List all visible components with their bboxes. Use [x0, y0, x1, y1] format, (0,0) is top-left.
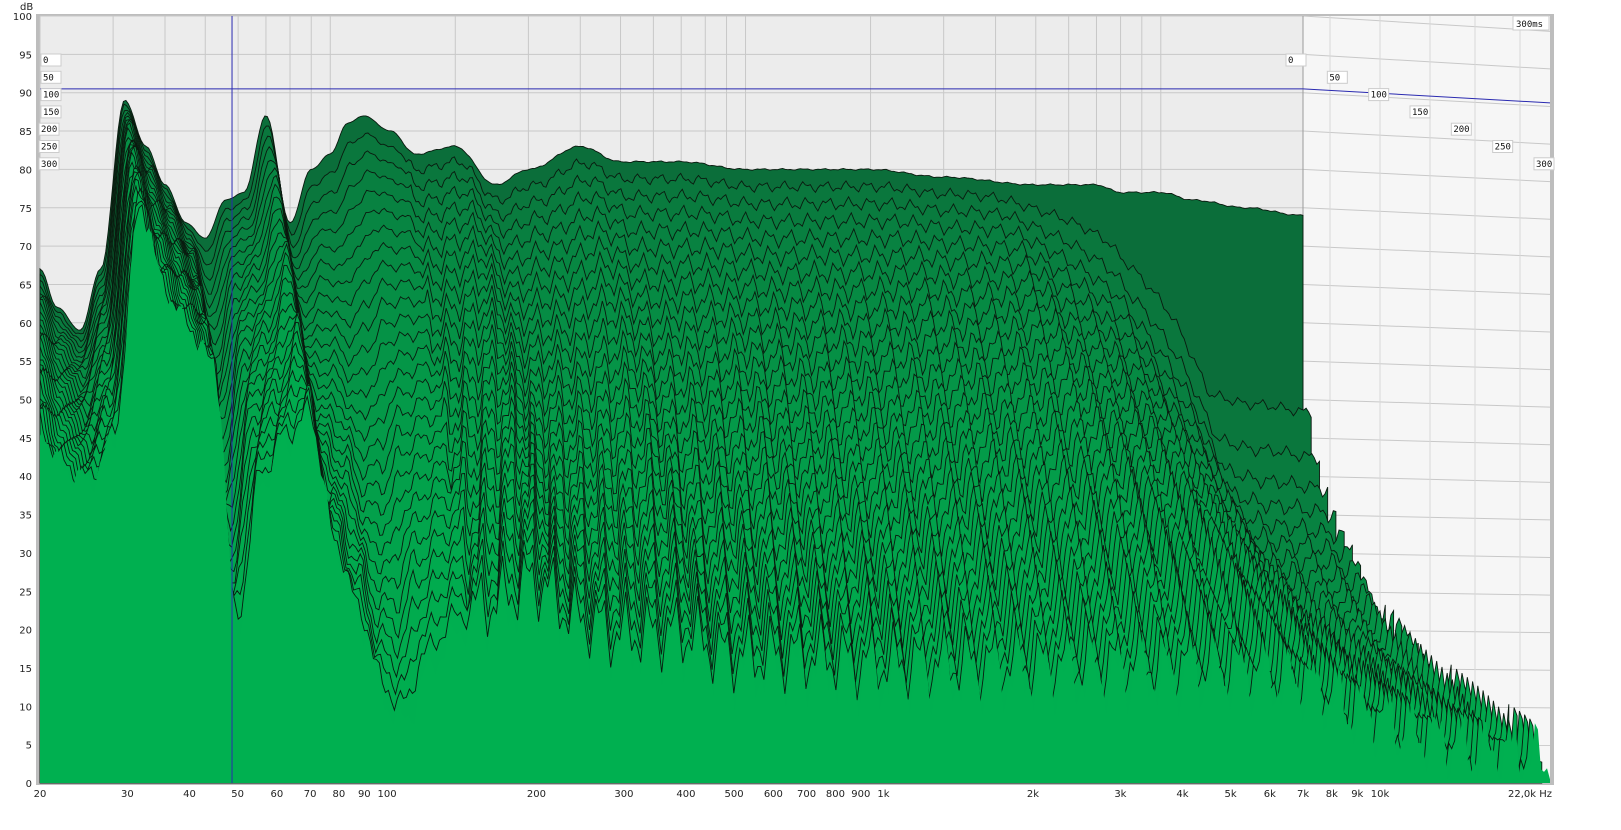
- y-tick-label: 55: [19, 357, 32, 368]
- time-label-right: 150: [1412, 108, 1428, 118]
- y-tick-label: 65: [19, 280, 32, 291]
- x-tick-label: 60: [271, 789, 284, 800]
- y-tick-label: 75: [19, 204, 32, 215]
- y-tick-label: 5: [26, 741, 32, 752]
- y-tick-label: 100: [13, 12, 32, 23]
- x-tick-label: 20: [34, 789, 47, 800]
- time-label-right: 100: [1371, 91, 1387, 101]
- x-tick-label: 900: [851, 789, 870, 800]
- y-tick-label: 20: [19, 626, 32, 637]
- y-tick-label: 0: [26, 779, 32, 790]
- x-tick-label: 600: [764, 789, 783, 800]
- x-tick-label: 4k: [1176, 789, 1188, 800]
- y-tick-label: 30: [19, 549, 32, 560]
- y-tick-label: 60: [19, 319, 32, 330]
- x-tick-label: 400: [676, 789, 695, 800]
- x-tick-label: 70: [304, 789, 317, 800]
- x-tick-label: 300: [614, 789, 633, 800]
- time-range-label: 300ms: [1512, 15, 1550, 31]
- x-tick-label: 2k: [1027, 789, 1039, 800]
- time-label-right: 300: [1536, 160, 1552, 170]
- y-tick-label: 25: [19, 587, 32, 598]
- x-tick-label: 22,0k Hz: [1508, 789, 1552, 800]
- x-tick-label: 30: [121, 789, 134, 800]
- x-tick-label: 100: [377, 789, 396, 800]
- x-tick-label: 200: [527, 789, 546, 800]
- y-tick-label: 85: [19, 127, 32, 138]
- time-label-left: 150: [43, 108, 59, 118]
- x-tick-label: 40: [183, 789, 196, 800]
- x-tick-label: 800: [826, 789, 845, 800]
- x-tick-label: 1k: [877, 789, 889, 800]
- x-tick-labels: 20 30 40 50 60 70 80 90 100 200 300 400 500 600 700 800…: [34, 789, 1552, 800]
- y-tick-label: 15: [19, 664, 32, 675]
- time-label-left: 50: [43, 73, 54, 83]
- x-tick-label: 5k: [1224, 789, 1236, 800]
- svg-text:300ms: 300ms: [1516, 20, 1543, 30]
- x-tick-label: 90: [358, 789, 371, 800]
- x-tick-label: 9k: [1351, 789, 1363, 800]
- waterfall-chart: dB 0510152025303540455055606570758085909…: [13, 2, 1555, 800]
- x-tick-label: 10k: [1371, 789, 1390, 800]
- time-label-left: 200: [41, 125, 57, 135]
- x-tick-label: 7k: [1297, 789, 1309, 800]
- time-label-right: 250: [1495, 143, 1511, 153]
- y-tick-label: 80: [19, 165, 32, 176]
- y-tick-label: 90: [19, 89, 32, 100]
- x-tick-label: 50: [231, 789, 244, 800]
- x-tick-label: 8k: [1326, 789, 1338, 800]
- time-label-right: 0: [1288, 56, 1293, 66]
- time-label-right: 200: [1453, 125, 1469, 135]
- x-tick-label: 80: [333, 789, 346, 800]
- time-label-left: 250: [41, 143, 57, 153]
- y-tick-label: 70: [19, 242, 32, 253]
- time-label-left: 100: [43, 91, 59, 101]
- time-label-left: 300: [41, 160, 57, 170]
- y-tick-label: 50: [19, 396, 32, 407]
- time-label-right: 50: [1329, 73, 1340, 83]
- y-tick-label: 45: [19, 434, 32, 445]
- y-tick-label: 95: [19, 50, 32, 61]
- y-tick-label: 10: [19, 702, 32, 713]
- x-tick-label: 500: [725, 789, 744, 800]
- y-tick-labels: 0 5 10 15 20 25 30 35 40 45 50 55 60 65 70 75 80 85 90 95 10…: [13, 12, 32, 790]
- y-tick-label: 35: [19, 511, 32, 522]
- y-tick-label: 40: [19, 472, 32, 483]
- x-tick-label: 6k: [1264, 789, 1276, 800]
- x-tick-label: 3k: [1114, 789, 1126, 800]
- time-label-left: 0: [43, 56, 48, 66]
- x-tick-label: 700: [797, 789, 816, 800]
